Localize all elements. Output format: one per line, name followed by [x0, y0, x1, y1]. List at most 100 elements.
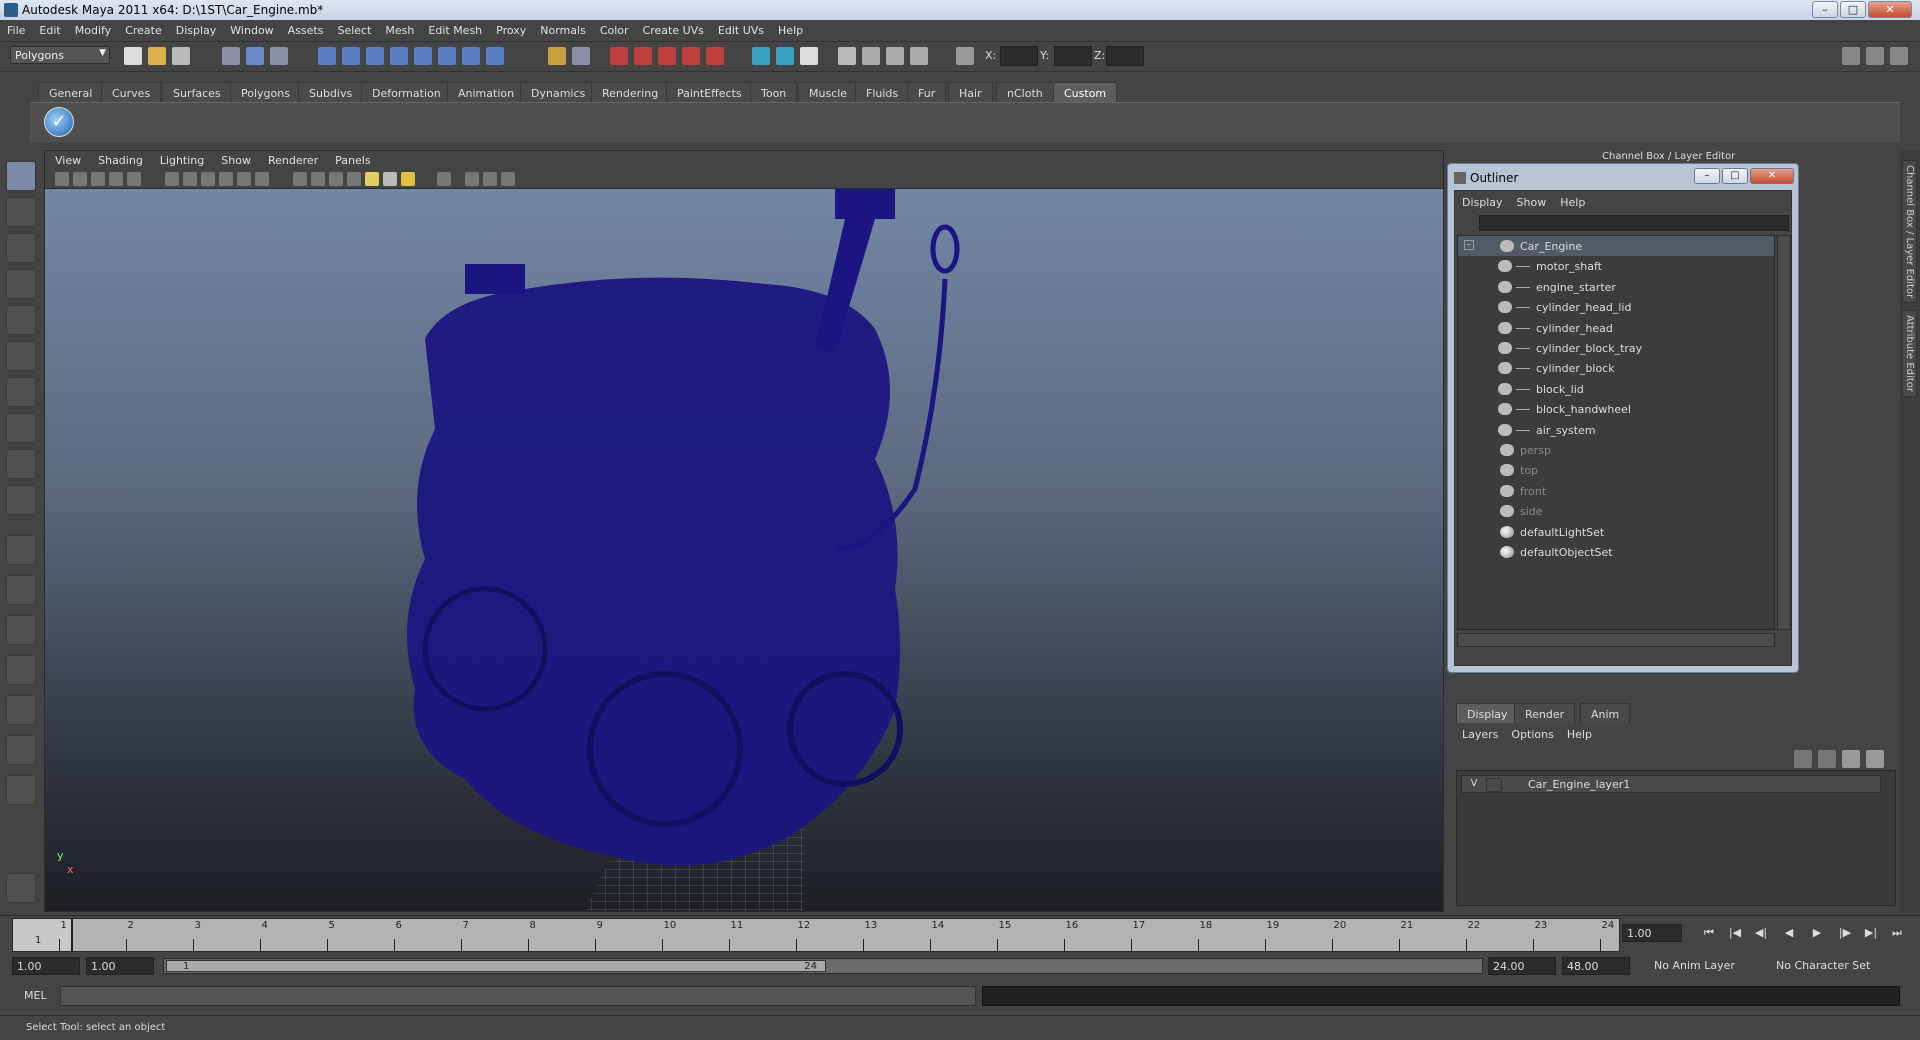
- tab-anim[interactable]: Anim: [1580, 703, 1631, 723]
- tab-ncloth[interactable]: nCloth: [996, 82, 1054, 102]
- channel-box-toggle-icon[interactable]: [862, 47, 880, 65]
- outliner-item[interactable]: block_handwheel: [1458, 399, 1774, 419]
- z-input[interactable]: [1106, 46, 1144, 66]
- range-handle[interactable]: 1 24: [166, 960, 826, 972]
- outliner-vertical-scrollbar[interactable]: [1777, 235, 1791, 630]
- snap-curve-icon[interactable]: [342, 47, 360, 65]
- grease-pencil-icon[interactable]: [127, 172, 141, 186]
- x-input[interactable]: [1000, 46, 1038, 66]
- viewport-menu-lighting[interactable]: Lighting: [150, 151, 211, 167]
- step-back-key-icon[interactable]: ◀|: [1752, 926, 1770, 940]
- go-to-end-icon[interactable]: ⏭: [1888, 926, 1906, 940]
- xray-icon[interactable]: [465, 172, 479, 186]
- move-tool-icon[interactable]: [6, 269, 36, 299]
- modeling-toolkit-icon[interactable]: [910, 47, 928, 65]
- persp-hypershade-layout-icon[interactable]: [6, 695, 36, 725]
- menu-edit-mesh[interactable]: Edit Mesh: [421, 20, 489, 37]
- numeric-input-icon[interactable]: [956, 47, 974, 65]
- tab-custom[interactable]: Custom: [1053, 82, 1118, 102]
- outliner-maximize-button[interactable]: □: [1722, 168, 1748, 184]
- maximize-button[interactable]: □: [1840, 1, 1866, 18]
- menu-select[interactable]: Select: [330, 20, 378, 37]
- menu-window[interactable]: Window: [223, 20, 280, 37]
- menu-color[interactable]: Color: [593, 20, 636, 37]
- layer-visibility-toggle[interactable]: V: [1466, 778, 1482, 792]
- minimize-button[interactable]: –: [1812, 1, 1838, 18]
- scale-tool-icon[interactable]: [6, 341, 36, 371]
- persp-graph-layout-icon[interactable]: [6, 655, 36, 685]
- menu-edit-uvs[interactable]: Edit UVs: [711, 20, 771, 37]
- outliner-item[interactable]: cylinder_head: [1458, 318, 1774, 338]
- close-button[interactable]: ✕: [1868, 1, 1912, 18]
- absolute-transform-icon[interactable]: [776, 47, 794, 65]
- outliner-item[interactable]: cylinder_block: [1458, 358, 1774, 378]
- select-by-hierarchy-icon[interactable]: [222, 47, 240, 65]
- safe-title-icon[interactable]: [255, 172, 269, 186]
- new-layer-icon[interactable]: [1794, 750, 1812, 768]
- soft-modification-icon[interactable]: [6, 413, 36, 443]
- tab-deformation[interactable]: Deformation: [361, 82, 452, 102]
- step-forward-frame-icon[interactable]: ▶|: [1862, 926, 1880, 940]
- tab-polygons[interactable]: Polygons: [230, 82, 301, 102]
- layer-menu-layers[interactable]: Layers: [1456, 725, 1505, 741]
- construction-icon[interactable]: [462, 47, 480, 65]
- four-view-layout-icon[interactable]: [6, 575, 36, 605]
- persp-graph-outliner-layout-icon[interactable]: [6, 735, 36, 765]
- menu-create-uvs[interactable]: Create UVs: [636, 20, 711, 37]
- y-input[interactable]: [1054, 46, 1092, 66]
- viewport-menu-panels[interactable]: Panels: [325, 151, 377, 167]
- outliner-item[interactable]: cylinder_block_tray: [1458, 338, 1774, 358]
- menu-create[interactable]: Create: [118, 20, 169, 37]
- menu-proxy[interactable]: Proxy: [489, 20, 533, 37]
- select-by-object-icon[interactable]: [246, 47, 264, 65]
- outliner-item[interactable]: engine_starter: [1458, 277, 1774, 297]
- relative-transform-icon[interactable]: [800, 47, 818, 65]
- use-default-light-icon[interactable]: [365, 172, 379, 186]
- tool-settings-toggle-icon[interactable]: [1866, 47, 1884, 65]
- start-time-field[interactable]: 1.00: [12, 957, 80, 975]
- tab-surfaces[interactable]: Surfaces: [162, 82, 232, 102]
- open-scene-icon[interactable]: [148, 47, 166, 65]
- tab-rendering[interactable]: Rendering: [591, 82, 670, 102]
- input-line-icon[interactable]: [752, 47, 770, 65]
- character-set-dropdown[interactable]: No Character Set: [1772, 957, 1874, 975]
- layer-playback-toggle[interactable]: [1486, 778, 1502, 792]
- outliner-horizontal-scrollbar[interactable]: [1457, 633, 1775, 647]
- play-forwards-icon[interactable]: ▶: [1808, 926, 1826, 940]
- outliner-item[interactable]: cylinder_head_lid: [1458, 297, 1774, 317]
- film-gate-icon[interactable]: [165, 172, 179, 186]
- tab-muscle[interactable]: Muscle: [798, 82, 859, 102]
- menu-help[interactable]: Help: [771, 20, 810, 37]
- command-language-label[interactable]: MEL: [24, 989, 47, 1002]
- layer-menu-options[interactable]: Options: [1505, 725, 1560, 741]
- collapse-icon[interactable]: –: [1464, 240, 1474, 250]
- attribute-editor-toggle-icon[interactable]: [1842, 47, 1860, 65]
- wireframe-icon[interactable]: [293, 172, 307, 186]
- step-forward-key-icon[interactable]: |▶: [1836, 926, 1854, 940]
- show-hide-attribute-icon[interactable]: [838, 47, 856, 65]
- play-backwards-icon[interactable]: ◀: [1780, 926, 1798, 940]
- menu-file[interactable]: File: [0, 20, 32, 37]
- last-tool-icon[interactable]: [6, 485, 36, 515]
- show-manipulator-icon[interactable]: [6, 449, 36, 479]
- gate-mask-icon[interactable]: [201, 172, 215, 186]
- selection-mask-icon[interactable]: [572, 47, 590, 65]
- textured-icon[interactable]: [347, 172, 361, 186]
- outliner-item[interactable]: motor_shaft: [1458, 256, 1774, 276]
- viewport-menu-view[interactable]: View: [45, 151, 88, 167]
- outliner-item[interactable]: top: [1458, 460, 1774, 480]
- channel-box-panel-icon[interactable]: [1890, 47, 1908, 65]
- layer-menu-help[interactable]: Help: [1561, 725, 1599, 741]
- field-chart-icon[interactable]: [219, 172, 233, 186]
- outliner-menu-display[interactable]: Display: [1455, 191, 1510, 209]
- lasso-tool-icon[interactable]: [6, 197, 36, 227]
- menu-set-selector[interactable]: Polygons ▼: [10, 46, 110, 64]
- viewport-canvas[interactable]: y x: [45, 189, 1443, 911]
- layer-up-icon[interactable]: [1842, 750, 1860, 768]
- custom-layout-icon[interactable]: [6, 775, 36, 805]
- command-input[interactable]: [60, 986, 976, 1006]
- range-bar[interactable]: 1 24: [163, 958, 1483, 974]
- save-scene-icon[interactable]: [172, 47, 190, 65]
- outliner-item[interactable]: block_lid: [1458, 379, 1774, 399]
- wireframe-on-shaded-icon[interactable]: [329, 172, 343, 186]
